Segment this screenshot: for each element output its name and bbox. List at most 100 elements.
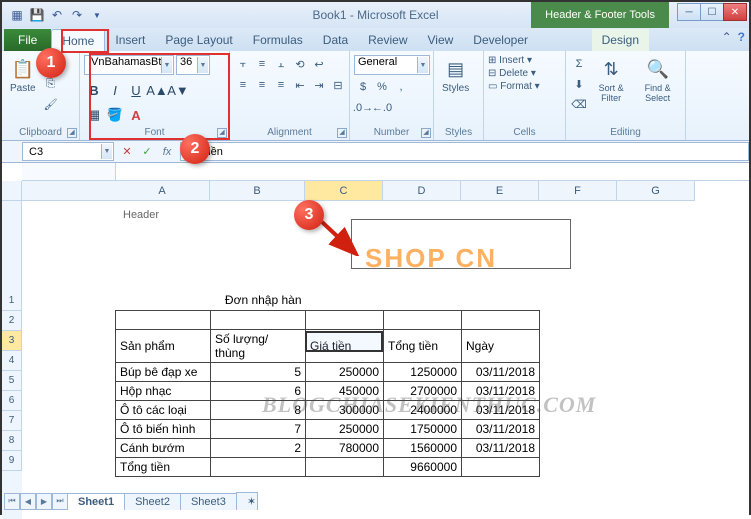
clipboard-launcher-icon[interactable]: ◢ bbox=[67, 128, 77, 138]
insert-cells-button[interactable]: ⊞ Insert ▾ bbox=[488, 55, 532, 66]
number-launcher-icon[interactable]: ◢ bbox=[421, 128, 431, 138]
col-header[interactable]: A bbox=[115, 181, 210, 201]
alignment-launcher-icon[interactable]: ◢ bbox=[337, 128, 347, 138]
enter-fx-icon[interactable]: ✓ bbox=[138, 143, 156, 161]
row-header[interactable]: 6 bbox=[2, 391, 22, 411]
formula-bar[interactable]: Giá tiền bbox=[180, 142, 749, 161]
sheet-tab[interactable]: Sheet3 bbox=[180, 493, 237, 510]
table-footer-row: Tổng tiền9660000 bbox=[116, 457, 540, 476]
underline-button[interactable]: U bbox=[126, 80, 146, 100]
next-sheet-icon[interactable]: ▶ bbox=[36, 493, 52, 510]
redo-icon[interactable]: ↷ bbox=[68, 6, 86, 24]
align-left-icon[interactable]: ≡ bbox=[234, 76, 252, 94]
new-sheet-button[interactable]: ✶ bbox=[236, 492, 258, 510]
row-header[interactable]: 1 bbox=[2, 291, 22, 311]
col-header[interactable]: B bbox=[210, 181, 305, 201]
tab-data[interactable]: Data bbox=[313, 29, 358, 51]
orientation-icon[interactable]: ⟲ bbox=[291, 55, 309, 73]
group-font: .VnBahamasBt ▼ 36 ▼ B I U A▲ A▼ ▦ 🪣 A bbox=[80, 51, 230, 140]
fill-color-button[interactable]: 🪣 bbox=[105, 105, 125, 125]
col-header[interactable]: E bbox=[461, 181, 539, 201]
file-tab[interactable]: File bbox=[4, 29, 51, 51]
sort-filter-button[interactable]: ⇅ Sort & Filter bbox=[590, 55, 632, 105]
shop-text: SHOP CN bbox=[365, 243, 497, 274]
row-header[interactable]: 3 bbox=[2, 331, 22, 351]
tab-developer[interactable]: Developer bbox=[463, 29, 538, 51]
percent-icon[interactable]: % bbox=[373, 78, 391, 96]
tab-review[interactable]: Review bbox=[358, 29, 417, 51]
bold-button[interactable]: B bbox=[84, 80, 104, 100]
tab-insert[interactable]: Insert bbox=[105, 29, 155, 51]
autosum-icon[interactable]: Σ bbox=[570, 55, 588, 73]
help-icon[interactable]: ? bbox=[738, 30, 745, 44]
row-header[interactable]: 9 bbox=[2, 451, 22, 471]
font-name-combo[interactable]: .VnBahamasBt ▼ bbox=[84, 55, 174, 75]
cancel-fx-icon[interactable]: ✕ bbox=[118, 143, 136, 161]
minimize-ribbon-icon[interactable]: ⌃ bbox=[722, 30, 732, 44]
find-select-button[interactable]: 🔍 Find & Select bbox=[634, 55, 681, 105]
table-row: Ô tô biến hình7250000175000003/11/2018 bbox=[116, 419, 540, 438]
merge-center-icon[interactable]: ⊟ bbox=[329, 76, 347, 94]
shrink-font-button[interactable]: A▼ bbox=[168, 80, 188, 100]
select-all-corner[interactable] bbox=[2, 181, 22, 201]
first-sheet-icon[interactable]: ⏮ bbox=[4, 493, 20, 510]
row-header[interactable]: 7 bbox=[2, 411, 22, 431]
qat-dropdown-icon[interactable]: ▼ bbox=[88, 6, 106, 24]
italic-button[interactable]: I bbox=[105, 80, 125, 100]
tab-design[interactable]: Design bbox=[592, 29, 649, 51]
number-format-combo[interactable]: General ▼ bbox=[354, 55, 430, 75]
align-right-icon[interactable]: ≡ bbox=[272, 76, 290, 94]
col-header[interactable]: G bbox=[617, 181, 695, 201]
align-center-icon[interactable]: ≡ bbox=[253, 76, 271, 94]
currency-icon[interactable]: $ bbox=[354, 78, 372, 96]
prev-sheet-icon[interactable]: ◀ bbox=[20, 493, 36, 510]
name-box[interactable]: C3 ▼ bbox=[22, 142, 114, 161]
decrease-decimal-icon[interactable]: ←.0 bbox=[373, 99, 391, 117]
minimize-button[interactable]: ─ bbox=[677, 3, 701, 21]
fx-icon[interactable]: fx bbox=[158, 143, 176, 161]
tab-formulas[interactable]: Formulas bbox=[243, 29, 313, 51]
chevron-down-icon: ▼ bbox=[101, 144, 112, 159]
sheet-canvas[interactable]: Header SHOP CN Đơn nhập hàn Sản phẩmSố l… bbox=[22, 201, 749, 519]
format-painter-icon[interactable]: 🖌 bbox=[42, 95, 60, 113]
font-size-combo[interactable]: 36 ▼ bbox=[176, 55, 210, 75]
formula-bar-row: C3 ▼ ✕ ✓ fx Giá tiền bbox=[2, 141, 749, 163]
align-middle-icon[interactable]: ≡ bbox=[253, 55, 271, 73]
font-color-button[interactable]: A bbox=[126, 105, 146, 125]
tab-home[interactable]: Home bbox=[51, 29, 105, 51]
col-header[interactable]: C bbox=[305, 181, 383, 201]
increase-decimal-icon[interactable]: .0→ bbox=[354, 99, 372, 117]
format-cells-button[interactable]: ▭ Format ▾ bbox=[488, 81, 540, 92]
ribbon-help-controls: ⌃ ? bbox=[722, 30, 745, 44]
clear-icon[interactable]: ⌫ bbox=[570, 95, 588, 113]
row-header[interactable]: 4 bbox=[2, 351, 22, 371]
font-launcher-icon[interactable]: ◢ bbox=[217, 128, 227, 138]
delete-cells-button[interactable]: ⊟ Delete ▾ bbox=[488, 68, 536, 79]
wrap-text-icon[interactable]: ↩ bbox=[310, 55, 328, 73]
save-icon[interactable]: 💾 bbox=[28, 6, 46, 24]
col-header[interactable]: D bbox=[383, 181, 461, 201]
align-bottom-icon[interactable]: ⫠ bbox=[272, 55, 290, 73]
row-header[interactable]: 5 bbox=[2, 371, 22, 391]
sheet-tab[interactable]: Sheet1 bbox=[67, 493, 125, 510]
col-header[interactable]: F bbox=[539, 181, 617, 201]
sheet-tab[interactable]: Sheet2 bbox=[124, 493, 181, 510]
paste-button[interactable]: 📋 Paste bbox=[6, 55, 40, 96]
fill-icon[interactable]: ⬇ bbox=[570, 75, 588, 93]
comma-icon[interactable]: , bbox=[392, 78, 410, 96]
decrease-indent-icon[interactable]: ⇤ bbox=[291, 76, 309, 94]
undo-icon[interactable]: ↶ bbox=[48, 6, 66, 24]
increase-indent-icon[interactable]: ⇥ bbox=[310, 76, 328, 94]
border-button[interactable]: ▦ bbox=[84, 105, 104, 125]
tab-page-layout[interactable]: Page Layout bbox=[155, 29, 242, 51]
last-sheet-icon[interactable]: ⏭ bbox=[52, 493, 68, 510]
row-header[interactable]: 2 bbox=[2, 311, 22, 331]
maximize-button[interactable]: ☐ bbox=[700, 3, 724, 21]
grow-font-button[interactable]: A▲ bbox=[147, 80, 167, 100]
align-top-icon[interactable]: ⫟ bbox=[234, 55, 252, 73]
styles-button[interactable]: ▤ Styles bbox=[438, 55, 473, 96]
window-title: Book1 - Microsoft Excel bbox=[312, 8, 438, 22]
row-header[interactable]: 8 bbox=[2, 431, 22, 451]
close-button[interactable]: ✕ bbox=[723, 3, 747, 21]
tab-view[interactable]: View bbox=[418, 29, 464, 51]
